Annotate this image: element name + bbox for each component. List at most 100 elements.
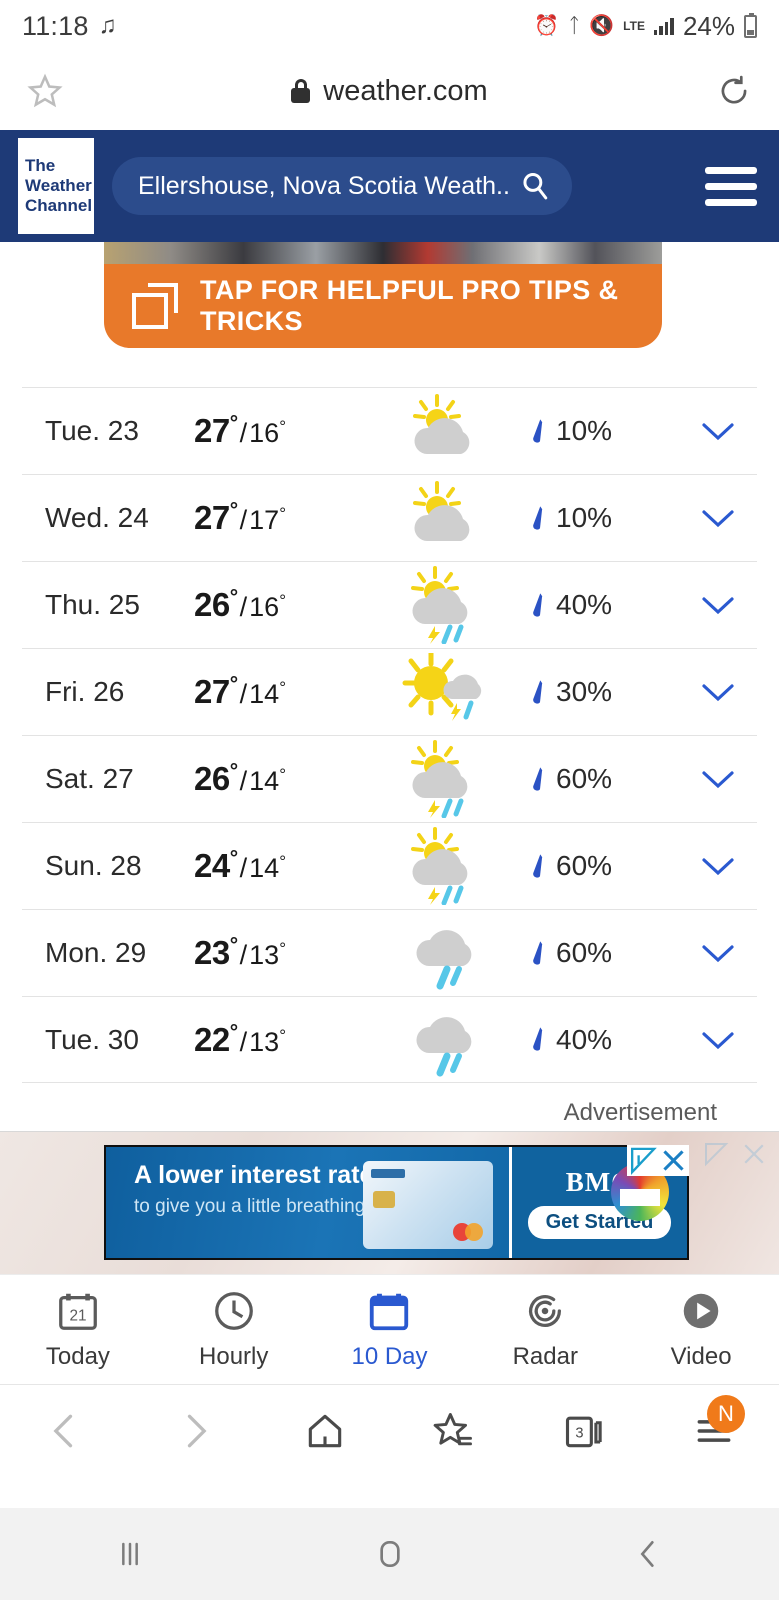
forecast-temps: 22 °/13 °: [194, 1020, 286, 1058]
tab-label: Hourly: [199, 1343, 269, 1370]
weather-icon-partly-cloudy: [369, 392, 529, 470]
table-row[interactable]: Thu. 25 26 °/16 ° 40%: [22, 561, 757, 648]
android-navigation-bar: [0, 1508, 779, 1600]
radar-icon: [529, 1295, 562, 1327]
forecast-day: Thu. 25: [45, 589, 140, 620]
clock-icon: [214, 1292, 253, 1330]
search-icon[interactable]: [518, 169, 552, 203]
forecast-temps: 26 °/16 °: [194, 586, 286, 623]
chevron-down-icon[interactable]: [679, 418, 757, 444]
site-header: The Weather Channel Ellershouse, Nova Sc…: [0, 130, 779, 242]
tab-label: Radar: [512, 1343, 578, 1370]
chevron-down-icon[interactable]: [679, 505, 757, 531]
forecast-precip: 60%: [529, 937, 679, 969]
logo-line-3: Channel: [25, 196, 93, 216]
chevron-down-icon[interactable]: [679, 1027, 757, 1053]
url-display[interactable]: weather.com: [0, 75, 779, 108]
ad-main-panel[interactable]: A lower interest rate to give you a litt…: [106, 1147, 509, 1258]
status-time: 11:18: [22, 10, 89, 41]
status-bar-right: ⏰ ᛏ 🔇 LTE 24%: [534, 11, 757, 42]
lte-icon: LTE: [623, 18, 645, 33]
forecast-precip-value: 60%: [556, 937, 613, 968]
weather-icon-cloud-rain: [369, 1001, 529, 1079]
table-row[interactable]: Wed. 24 27 °/17 ° 10%: [22, 474, 757, 561]
battery-icon: [744, 12, 757, 38]
forecast-precip-value: 10%: [556, 502, 613, 533]
back-icon: [640, 1541, 654, 1567]
browser-home-button[interactable]: [260, 1409, 390, 1453]
raindrop-icon: [533, 853, 543, 878]
forecast-high: 27: [194, 673, 230, 710]
weather-channel-logo[interactable]: The Weather Channel: [18, 138, 94, 234]
forecast-high: 26: [194, 586, 230, 623]
forecast-precip: 60%: [529, 763, 679, 795]
forecast-precip: 40%: [529, 1024, 679, 1056]
weather-icon-partly-cloudy: [369, 479, 529, 557]
weather-icon-sun-cloud-thunder-rain: [369, 740, 529, 818]
menu-notification-badge: N: [706, 1394, 745, 1433]
browser-toolbar: 3 N: [0, 1384, 779, 1476]
forecast-high: 22: [194, 1020, 230, 1058]
logo-line-2: Weather: [25, 175, 92, 195]
table-row[interactable]: Sun. 28 24 °/14 ° 60%: [22, 822, 757, 909]
forecast-day: Fri. 26: [45, 676, 125, 707]
ad-brand-panel[interactable]: BMO Get Started: [509, 1145, 689, 1258]
forecast-precip: 10%: [529, 502, 679, 534]
browser-back-button[interactable]: [0, 1409, 130, 1453]
forecast-high: 24: [194, 847, 230, 884]
table-row[interactable]: Fri. 26 27 °/14 ° 30%: [22, 648, 757, 735]
browser-forward-button[interactable]: [130, 1409, 260, 1453]
tab-today[interactable]: 21 Today: [0, 1288, 156, 1371]
forward-chevron-icon: [187, 1414, 207, 1447]
hamburger-icon[interactable]: [705, 166, 761, 206]
forecast-temps: 27 °/17 °: [194, 499, 286, 536]
forecast-temps: 27 °/16 °: [194, 412, 286, 449]
table-row[interactable]: Tue. 30 22 °/13 ° 40%: [22, 996, 757, 1083]
forecast-precip-value: 10%: [556, 415, 613, 446]
mute-icon: 🔇: [589, 15, 615, 37]
browser-bookmarks-button[interactable]: [389, 1409, 519, 1453]
app-tab-bar: 21 Today Hourly 10 Day Radar Video: [0, 1274, 779, 1384]
play-circle-icon: [683, 1293, 719, 1329]
forecast-low: 13: [249, 940, 280, 970]
chevron-down-icon[interactable]: [679, 592, 757, 618]
android-recents-button[interactable]: [0, 1534, 260, 1574]
tab-label: Video: [670, 1343, 732, 1370]
forecast-low: 16: [249, 418, 280, 448]
ad-banner[interactable]: A lower interest rate to give you a litt…: [104, 1145, 689, 1260]
browser-menu-button[interactable]: N: [649, 1394, 779, 1453]
tab-10-day[interactable]: 10 Day: [312, 1288, 468, 1371]
raindrop-icon: [533, 418, 543, 443]
ad-controls[interactable]: [627, 1145, 689, 1176]
promo-text: TAP FOR HELPFUL PRO TIPS & TRICKS: [200, 275, 619, 336]
layered-squares-icon: [132, 283, 178, 329]
forecast-low: 14: [249, 679, 280, 709]
calendar-21-icon: 21: [59, 1293, 97, 1330]
pro-tips-banner[interactable]: TAP FOR HELPFUL PRO TIPS & TRICKS: [104, 264, 662, 348]
promo-banner-region: TAP FOR HELPFUL PRO TIPS & TRICKS: [0, 242, 779, 387]
chevron-down-icon[interactable]: [679, 853, 757, 879]
forecast-precip: 30%: [529, 676, 679, 708]
forecast-day: Tue. 30: [45, 1023, 139, 1055]
weather-icon-sun-cloud-thunder-rain: [369, 827, 529, 905]
weather-icon-cloud-rain: [369, 914, 529, 992]
tab-radar[interactable]: Radar: [467, 1288, 623, 1371]
search-value: Ellershouse, Nova Scotia Weath...: [138, 171, 508, 200]
raindrop-icon: [533, 766, 543, 791]
chevron-down-icon[interactable]: [679, 940, 757, 966]
android-back-button[interactable]: [519, 1534, 779, 1574]
tab-hourly[interactable]: Hourly: [156, 1288, 312, 1371]
android-home-button[interactable]: [260, 1534, 520, 1574]
home-icon: [308, 1414, 341, 1447]
chevron-down-icon[interactable]: [679, 679, 757, 705]
search-input[interactable]: Ellershouse, Nova Scotia Weath...: [112, 157, 572, 215]
tab-video[interactable]: Video: [623, 1288, 779, 1371]
table-row[interactable]: Tue. 23 27 °/16 ° 10%: [22, 387, 757, 474]
tab-label: Today: [45, 1343, 110, 1370]
forecast-low: 14: [249, 766, 280, 796]
chevron-down-icon[interactable]: [679, 766, 757, 792]
browser-tabs-button[interactable]: 3: [519, 1409, 649, 1453]
table-row[interactable]: Mon. 29 23 °/13 ° 60%: [22, 909, 757, 996]
table-row[interactable]: Sat. 27 26 °/14 ° 60%: [22, 735, 757, 822]
forecast-precip-value: 40%: [556, 1023, 613, 1055]
